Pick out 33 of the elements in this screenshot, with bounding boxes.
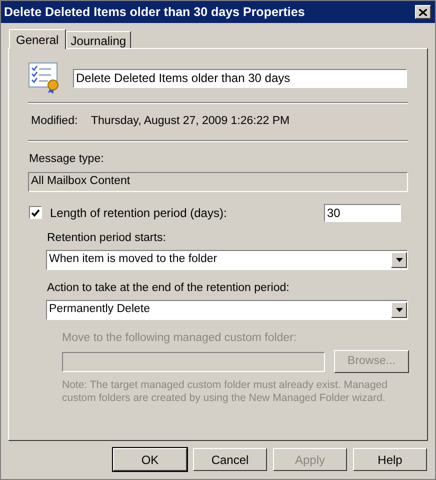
checkbox[interactable] (29, 206, 42, 219)
modified-label: Modified: (31, 114, 79, 129)
dropdown-arrow-button[interactable] (391, 252, 407, 268)
caret-icon (396, 258, 402, 262)
message-type-label: Message type: (29, 152, 105, 168)
name-field[interactable]: Delete Deleted Items older than 30 days (73, 68, 407, 88)
folder-field[interactable] (62, 352, 325, 372)
tab[interactable]: Journaling (66, 31, 132, 48)
days-field[interactable]: 30 (324, 204, 401, 222)
dialog-button[interactable]: Help (353, 448, 427, 471)
field-value: Delete Deleted Items older than 30 days (76, 70, 290, 87)
action-label: Action to take at the end of the retention period: (47, 280, 290, 296)
checkbox-label: Length of retention period (days): (50, 204, 228, 222)
dropdown-value: When item is moved to the folder (49, 252, 218, 268)
dialog-button[interactable]: Cancel (193, 448, 267, 471)
move-folder-label: Move to the following managed custom folder: (62, 331, 298, 346)
modified-value: Thursday, August 27, 2009 1:26:22 PM (91, 114, 290, 129)
window-title: Delete Deleted Items older than 30 days Properties (4, 4, 305, 21)
note-text: Note: The target managed custom folder must already exist. Managed custom folders are created by using the New Managed Folder wizard. (62, 379, 388, 406)
field-value: 30 (327, 204, 340, 222)
dropdown-value: Permanently Delete (49, 302, 150, 318)
checklist-certificate-icon (28, 62, 60, 94)
field-value: All Mailbox Content (31, 174, 130, 189)
caret-icon (396, 308, 402, 312)
dropdown-arrow-button[interactable] (391, 302, 407, 318)
checkmark-icon (31, 208, 40, 216)
close-button[interactable] (415, 5, 431, 19)
close-icon (419, 8, 427, 16)
retention-start-label: Retention period starts: (47, 230, 167, 246)
tab[interactable]: General (9, 29, 66, 49)
dialog-button[interactable]: OK (113, 448, 187, 471)
action-dropdown[interactable]: Permanently Delete (46, 300, 408, 320)
retention-start-dropdown[interactable]: When item is moved to the folder (46, 250, 408, 270)
